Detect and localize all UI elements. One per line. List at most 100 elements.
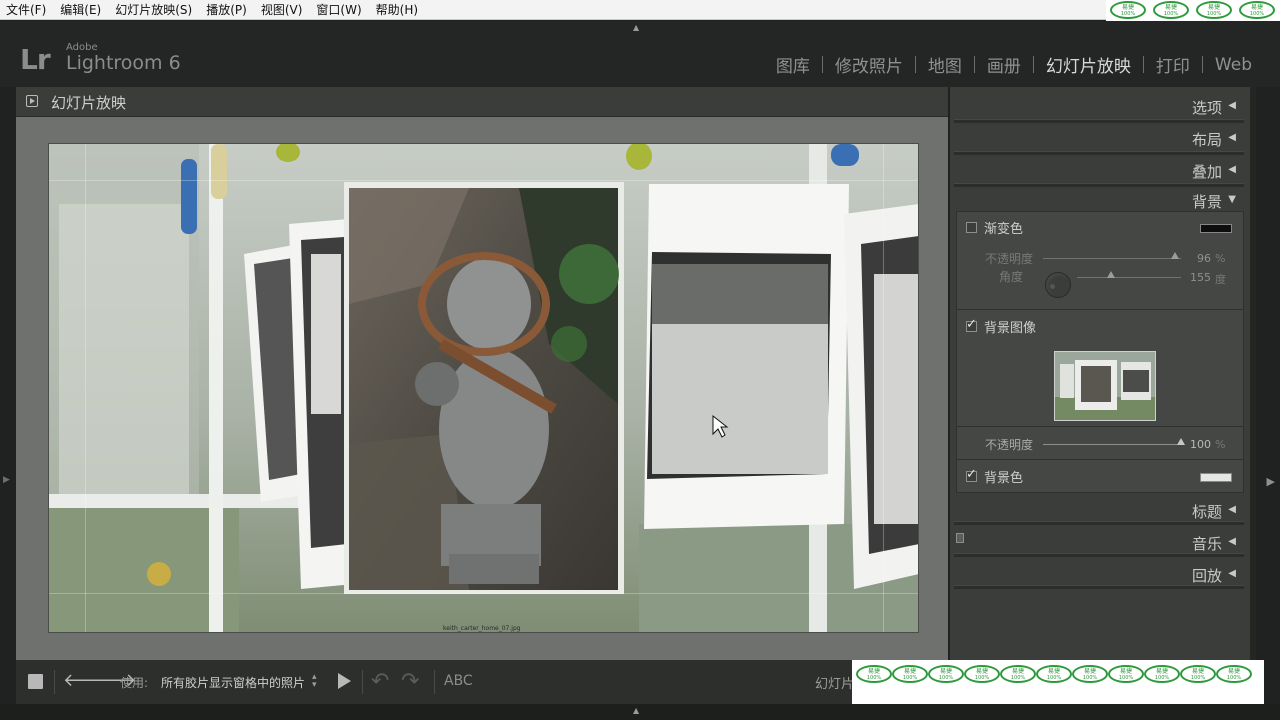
expand-triangle-icon: ▼ (1228, 194, 1236, 205)
bg-image-opacity-track[interactable] (1043, 444, 1181, 445)
wash-opacity-value[interactable]: 96 (1177, 252, 1211, 265)
background-image-thumbnail (1055, 352, 1155, 420)
watermark-badge: 易捷 100% (892, 665, 928, 683)
module-tab-5[interactable]: 打印 (1144, 52, 1202, 77)
layout-guide-left[interactable] (85, 144, 86, 632)
angle-label: 角度 (999, 270, 1024, 284)
background-color-swatch[interactable] (1200, 473, 1232, 482)
watermark-badge: 易捷 100% (1036, 665, 1072, 683)
bg-image-opacity-value[interactable]: 100 (1177, 438, 1211, 451)
options-label: 选项 (1191, 99, 1222, 117)
angle-value[interactable]: 155 (1177, 271, 1211, 284)
stop-button[interactable] (28, 674, 43, 689)
watermark-badge-text: 易捷 (1047, 667, 1060, 675)
watermark-badge-percent: 100% (1082, 674, 1098, 681)
menu-window[interactable]: 窗口(W) (309, 0, 368, 20)
module-tab-2[interactable]: 地图 (916, 52, 974, 77)
layout-guide-top[interactable] (49, 180, 918, 181)
play-button[interactable] (338, 673, 351, 689)
menu-slideshow[interactable]: 幻灯片放映(S) (108, 0, 199, 20)
menu-file[interactable]: 文件(F) (0, 0, 53, 20)
watermark-badge-percent: 100% (1249, 10, 1265, 17)
slide-count-label: 幻灯片 (815, 677, 855, 692)
layout-guide-bottom[interactable] (49, 593, 918, 594)
watermark-badge-percent: 100% (974, 674, 990, 681)
lightroom-logo: Lr (20, 43, 51, 76)
bg-image-opacity-unit: % (1215, 438, 1226, 451)
watermark-badge: 易捷 100% (1196, 1, 1232, 19)
module-tab-3[interactable]: 画册 (975, 52, 1033, 77)
watermark-badge-percent: 100% (938, 674, 954, 681)
expand-filmstrip-icon[interactable]: ▲ (633, 706, 639, 715)
slideshow-preview-icon[interactable] (26, 95, 38, 107)
overlays-label: 叠加 (1191, 163, 1222, 181)
wash-opacity-track[interactable] (1043, 258, 1181, 259)
music-label: 音乐 (1191, 535, 1222, 553)
slide-preview[interactable]: keith_carter_home_07.jpg (48, 143, 919, 633)
backdrop-section-header[interactable]: 背景 ▼ (956, 185, 1244, 213)
module-tab-4[interactable]: 幻灯片放映 (1034, 52, 1143, 77)
bg-image-opacity-label: 不透明度 (985, 438, 1034, 452)
rotate-right-icon[interactable]: ↷ (401, 669, 419, 694)
music-toggle-switch[interactable] (956, 533, 964, 543)
watermark-badge: 易捷 100% (1072, 665, 1108, 683)
background-color-checkbox[interactable] (966, 467, 977, 482)
titles-section-header[interactable]: 标题 ◀ (956, 495, 1244, 523)
watermark-badge: 易捷 100% (928, 665, 964, 683)
layout-section-header[interactable]: 布局 ◀ (956, 123, 1244, 151)
color-wash-checkbox[interactable] (966, 222, 977, 233)
watermark-badge-percent: 100% (1206, 10, 1222, 17)
menu-edit[interactable]: 编辑(E) (53, 0, 108, 20)
collapse-right-icon[interactable]: ▶ (1267, 475, 1275, 488)
menu-play[interactable]: 播放(P) (199, 0, 254, 20)
watermark-badge-text: 易捷 (1119, 667, 1132, 675)
angle-dial[interactable] (1045, 272, 1071, 298)
right-panel: 选项 ◀ 布局 ◀ 叠加 ◀ 背景 ▼ 渐变色 不透明度 96 % 角度 155… (950, 87, 1250, 660)
color-wash-swatch[interactable] (1200, 224, 1232, 233)
background-image-checkbox[interactable] (966, 317, 977, 332)
rotate-left-icon[interactable]: ↶ (371, 669, 389, 694)
layout-label: 布局 (1191, 131, 1222, 149)
background-image-well[interactable] (1054, 351, 1156, 421)
background-color-label: 背景色 (984, 471, 1024, 486)
collapse-triangle-icon: ◀ (1228, 100, 1236, 111)
add-text-button[interactable]: ABC (444, 673, 473, 689)
right-panel-edge[interactable]: ▶ (1256, 87, 1280, 660)
menu-help[interactable]: 帮助(H) (369, 0, 425, 20)
collapse-top-icon[interactable]: ▲ (633, 23, 639, 32)
module-tab-0[interactable]: 图库 (764, 52, 822, 77)
options-section-header[interactable]: 选项 ◀ (956, 91, 1244, 119)
use-source-select[interactable]: 所有胶片显示窗格中的照片 (161, 674, 305, 691)
menu-view[interactable]: 视图(V) (254, 0, 310, 20)
color-wash-label: 渐变色 (984, 222, 1024, 237)
watermark-badge: 易捷 100% (1000, 665, 1036, 683)
watermark-badge-text: 易捷 (1011, 667, 1024, 675)
watermark-strip-top: 易捷 100% 易捷 100% 易捷 100% 易捷 100% (1106, 0, 1280, 21)
music-section-header[interactable]: 音乐 ◀ (956, 527, 1244, 555)
watermark-badge: 易捷 100% (1216, 665, 1252, 683)
watermark-badge-percent: 100% (1190, 674, 1206, 681)
angle-unit: 度 (1215, 273, 1226, 286)
module-picker: 图库 修改照片 地图 画册 幻灯片放映 打印 Web (764, 52, 1264, 78)
collapse-triangle-icon: ◀ (1228, 536, 1236, 547)
playback-section-header[interactable]: 回放 ◀ (956, 559, 1244, 587)
watermark-badge: 易捷 100% (1110, 1, 1146, 19)
watermark-badge-percent: 100% (1226, 674, 1242, 681)
watermark-badge-text: 易捷 (1227, 667, 1240, 675)
toolbar-separator (54, 670, 55, 694)
angle-track[interactable] (1077, 277, 1181, 278)
filmstrip-edge[interactable]: ▲ (0, 704, 1280, 720)
module-tab-1[interactable]: 修改照片 (823, 52, 915, 77)
left-panel-edge[interactable]: ▶ (0, 87, 16, 660)
watermark-badge: 易捷 100% (856, 665, 892, 683)
select-arrows-icon[interactable]: ▴ ▾ (312, 673, 317, 690)
expand-left-icon[interactable]: ▶ (3, 475, 10, 485)
overlays-section-header[interactable]: 叠加 ◀ (956, 155, 1244, 183)
center-title: 幻灯片放映 (51, 94, 127, 112)
layout-guide-right[interactable] (883, 144, 884, 632)
watermark-badge-percent: 100% (1154, 674, 1170, 681)
module-tab-6[interactable]: Web (1203, 55, 1264, 75)
angle-thumb[interactable] (1107, 271, 1116, 278)
watermark-badge-text: 易捷 (1083, 667, 1096, 675)
collapse-triangle-icon: ◀ (1228, 164, 1236, 175)
